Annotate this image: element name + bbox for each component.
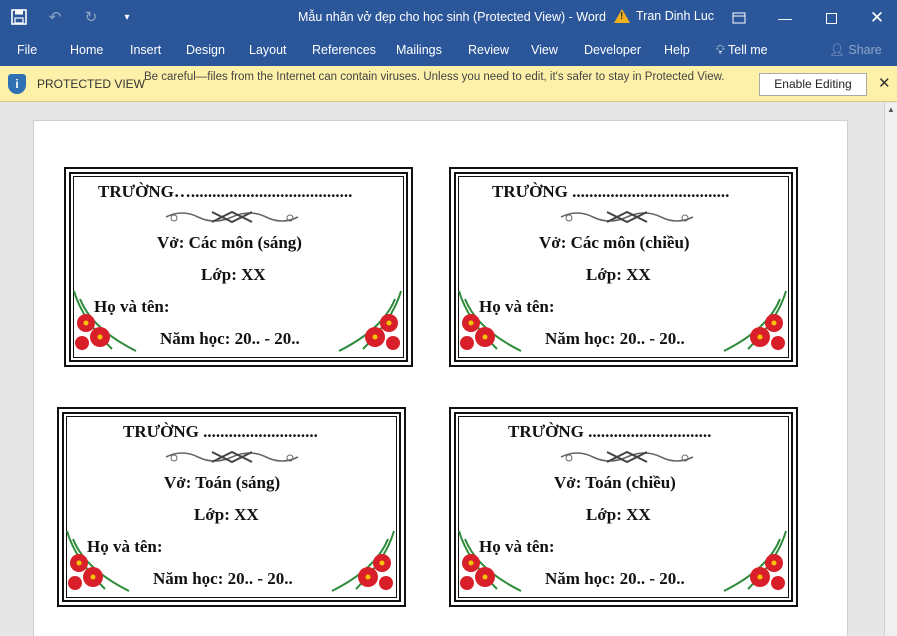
flower-decoration-icon xyxy=(337,289,403,355)
minimize-icon[interactable]: — xyxy=(762,0,808,36)
flower-decoration-icon xyxy=(722,289,788,355)
flower-decoration-icon xyxy=(457,289,523,355)
ornament-divider-icon xyxy=(557,209,697,225)
flower-decoration-icon xyxy=(457,529,523,595)
label-class: Lớp: XX xyxy=(201,265,266,285)
share-button[interactable]: 👤︎ Share xyxy=(829,43,882,58)
tab-home[interactable]: Home xyxy=(70,43,103,57)
notebook-label: TRƯỜNG ............................. Vở:… xyxy=(449,407,798,607)
label-school-year: Năm học: 20.. - 20.. xyxy=(160,329,300,349)
label-class: Lớp: XX xyxy=(586,505,651,525)
user-name: Tran Dinh Luc xyxy=(636,9,714,23)
notebook-label: TRƯỜNG ........................... Vở: T… xyxy=(57,407,406,607)
notebook-label: TRƯỜNG .................................… xyxy=(449,167,798,367)
label-school: TRƯỜNG ............................. xyxy=(508,422,711,442)
enable-editing-button[interactable]: Enable Editing xyxy=(759,73,867,96)
flower-decoration-icon xyxy=(72,289,138,355)
ribbon-tabs: File Home Insert Design Layout Reference… xyxy=(0,36,897,66)
tell-me-box[interactable]: 💡︎ Tell me xyxy=(716,43,768,58)
label-class: Lớp: XX xyxy=(194,505,259,525)
flower-decoration-icon xyxy=(330,529,396,595)
undo-icon[interactable]: ↶ xyxy=(44,6,66,28)
share-label: Share xyxy=(848,43,881,57)
notebook-label: TRƯỜNG….................................… xyxy=(64,167,413,367)
tab-design[interactable]: Design xyxy=(186,43,225,57)
label-school-year: Năm học: 20.. - 20.. xyxy=(545,329,685,349)
ornament-divider-icon xyxy=(162,209,302,225)
label-school: TRƯỜNG .................................… xyxy=(492,182,729,202)
label-notebook-subject: Vở: Toán (sáng) xyxy=(164,473,280,493)
tab-view[interactable]: View xyxy=(531,43,558,57)
redo-icon[interactable]: ↻ xyxy=(80,6,102,28)
lightbulb-icon: 💡︎ xyxy=(716,43,725,57)
label-notebook-subject: Vở: Toán (chiều) xyxy=(554,473,676,493)
tab-layout[interactable]: Layout xyxy=(249,43,287,57)
tell-me-label: Tell me xyxy=(728,43,768,57)
ribbon-display-options-icon[interactable] xyxy=(716,0,762,36)
title-bar: ↶ ↻ ▾ Mẫu nhãn vở đẹp cho học sinh (Prot… xyxy=(0,0,897,36)
vertical-scrollbar[interactable]: ▲ xyxy=(884,103,897,636)
close-icon[interactable]: ✕ xyxy=(854,0,897,36)
close-icon[interactable]: ✕ xyxy=(878,74,891,92)
ornament-divider-icon xyxy=(162,449,302,465)
chevron-down-icon[interactable]: ▾ xyxy=(116,6,138,28)
tab-help[interactable]: Help xyxy=(664,43,690,57)
tab-insert[interactable]: Insert xyxy=(130,43,161,57)
tab-file[interactable]: File xyxy=(17,43,37,57)
flower-decoration-icon xyxy=(722,529,788,595)
protected-view-title: PROTECTED VIEW xyxy=(37,77,145,91)
tab-mailings[interactable]: Mailings xyxy=(396,43,442,57)
window-title: Mẫu nhãn vở đẹp cho học sinh (Protected … xyxy=(298,10,606,24)
person-icon: 👤︎ xyxy=(829,43,845,57)
protected-view-message: Be careful—files from the Internet can c… xyxy=(144,70,734,85)
tab-review[interactable]: Review xyxy=(468,43,509,57)
ornament-divider-icon xyxy=(557,449,697,465)
label-school-year: Năm học: 20.. - 20.. xyxy=(153,569,293,589)
tab-developer[interactable]: Developer xyxy=(584,43,641,57)
save-icon[interactable] xyxy=(8,6,30,28)
label-school-year: Năm học: 20.. - 20.. xyxy=(545,569,685,589)
tab-references[interactable]: References xyxy=(312,43,376,57)
scroll-up-icon[interactable]: ▲ xyxy=(885,105,897,119)
protected-view-bar: i PROTECTED VIEW Be careful—files from t… xyxy=(0,66,897,102)
quick-access-toolbar: ↶ ↻ ▾ xyxy=(8,6,138,28)
warning-icon xyxy=(614,9,630,23)
label-school: TRƯỜNG ........................... xyxy=(123,422,318,442)
label-notebook-subject: Vở: Các môn (chiều) xyxy=(539,233,690,253)
flower-decoration-icon xyxy=(65,529,131,595)
maximize-icon[interactable] xyxy=(808,0,854,36)
user-account[interactable]: Tran Dinh Luc xyxy=(614,9,714,23)
label-school: TRƯỜNG….................................… xyxy=(98,182,352,202)
label-class: Lớp: XX xyxy=(586,265,651,285)
label-notebook-subject: Vở: Các môn (sáng) xyxy=(157,233,302,253)
shield-icon: i xyxy=(8,74,26,94)
